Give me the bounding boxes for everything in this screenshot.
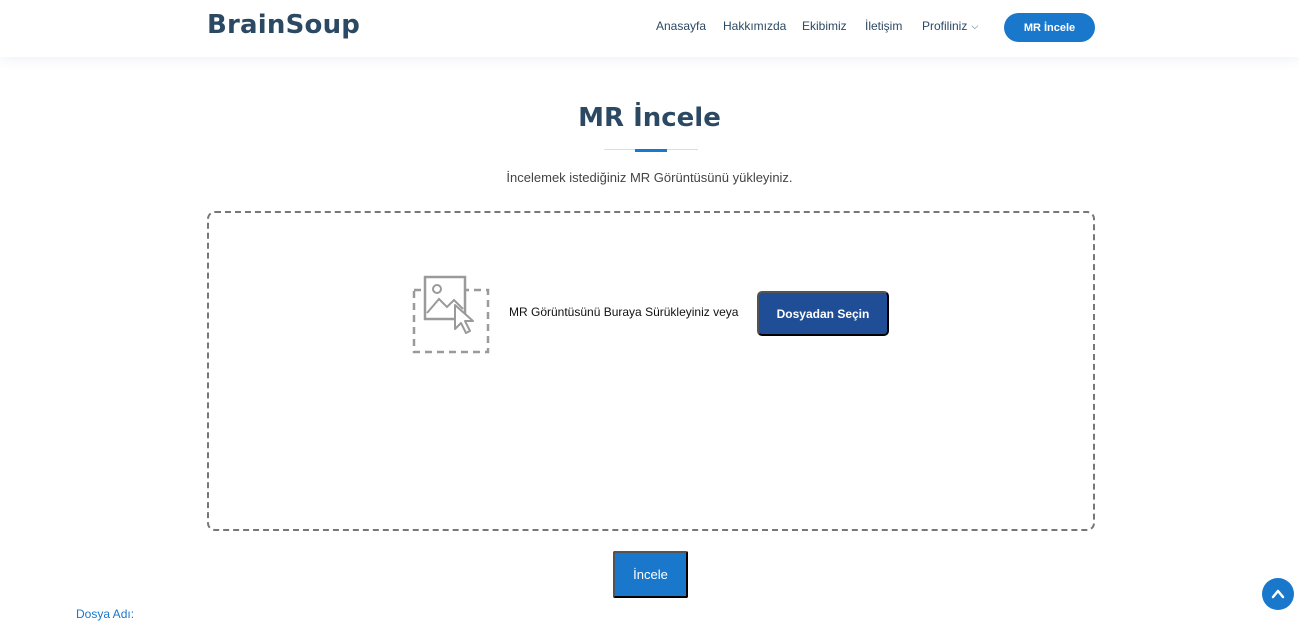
- file-name-label: Dosya Adı:: [76, 607, 135, 621]
- dropzone-text: MR Görüntüsünü Buraya Sürükleyiniz veya: [509, 305, 739, 319]
- nav-item-profiliniz[interactable]: Profiliniz ⌵: [922, 19, 978, 33]
- page-description: İncelemek istediğiniz MR Görüntüsünü yük…: [506, 170, 793, 185]
- nav-item-profiliniz-label: Profiliniz: [922, 19, 968, 33]
- image-upload-icon: [411, 275, 491, 355]
- chevron-up-icon: [1271, 589, 1285, 599]
- chevron-down-icon: ⌵: [971, 21, 979, 31]
- page-title: MR İncele: [578, 103, 721, 133]
- mr-incele-nav-button[interactable]: MR İncele: [1004, 13, 1095, 42]
- main-nav: Anasayfa Hakkımızda Ekibimiz İletişim Pr…: [0, 0, 1299, 57]
- title-divider-accent: [635, 149, 667, 152]
- file-dropzone[interactable]: [207, 211, 1095, 531]
- nav-item-iletisim[interactable]: İletişim: [865, 19, 902, 33]
- analyze-button[interactable]: İncele: [613, 551, 688, 598]
- nav-item-hakkimizda[interactable]: Hakkımızda: [723, 19, 786, 33]
- site-header: BrainSoup Anasayfa Hakkımızda Ekibimiz İ…: [0, 0, 1299, 57]
- back-to-top-button[interactable]: [1262, 578, 1294, 610]
- choose-file-button[interactable]: Dosyadan Seçin: [757, 291, 889, 336]
- nav-item-ekibimiz[interactable]: Ekibimiz: [802, 19, 847, 33]
- nav-item-anasayfa[interactable]: Anasayfa: [656, 19, 706, 33]
